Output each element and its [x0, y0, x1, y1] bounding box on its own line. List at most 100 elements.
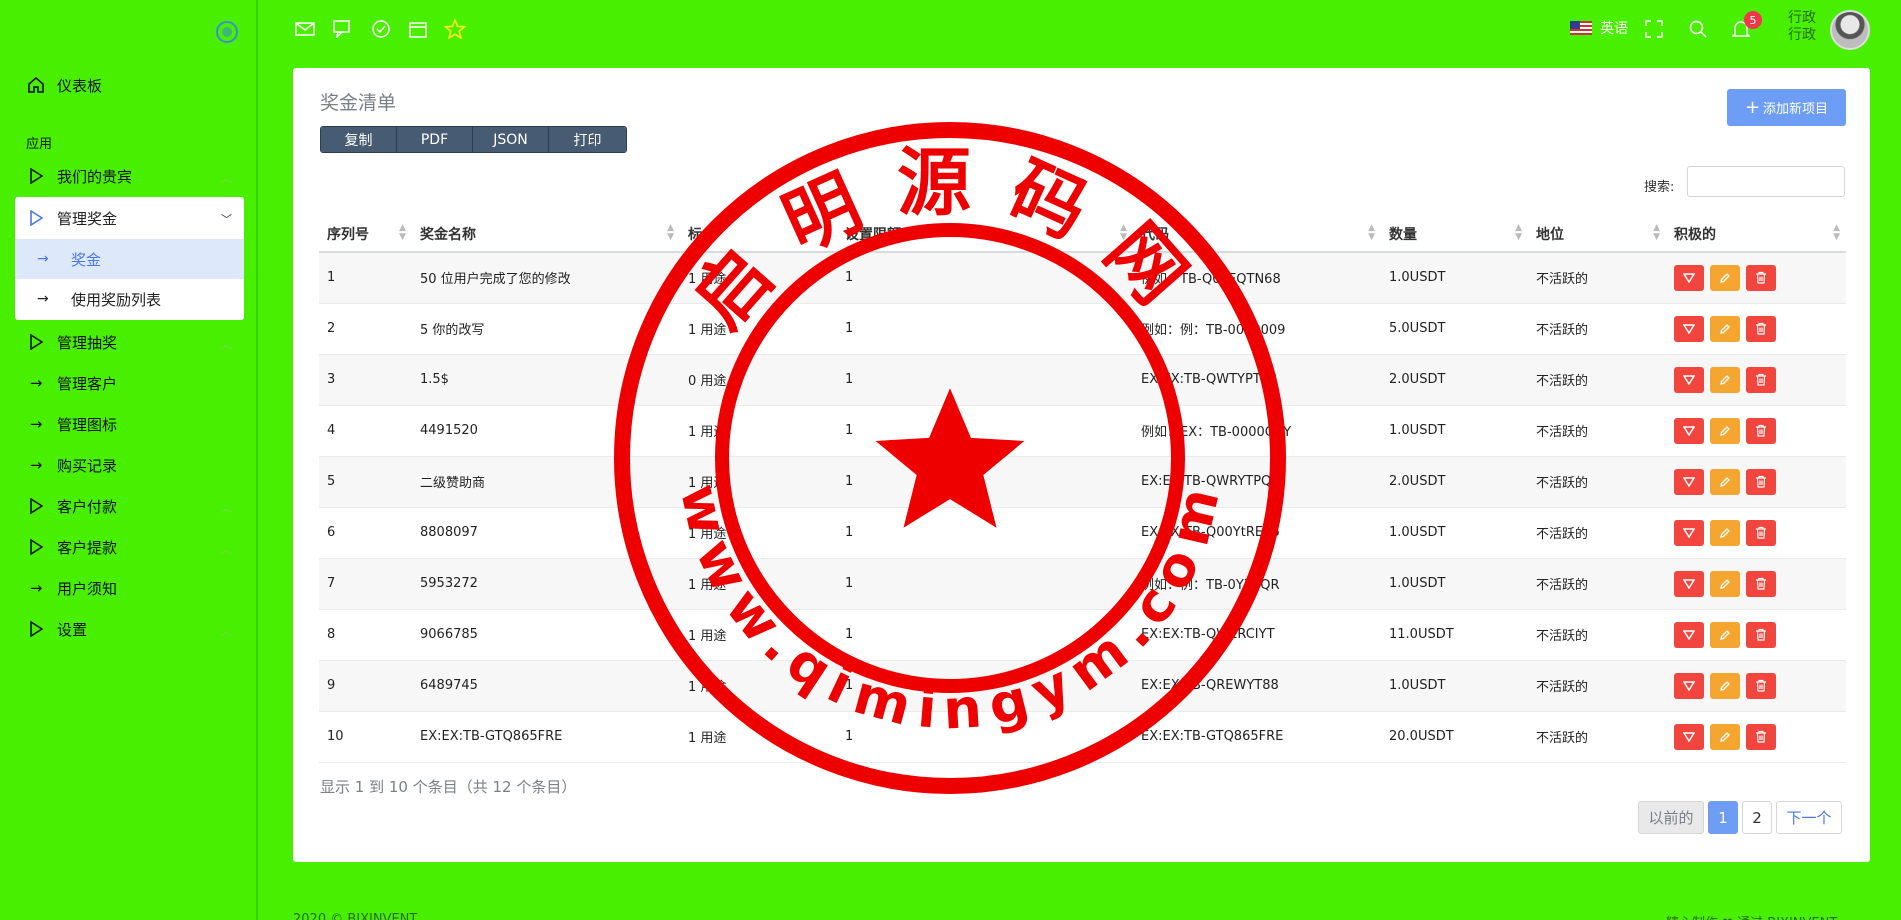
sidebar-item-icons[interactable]: → 管理图标 [15, 404, 244, 444]
column-header-index[interactable]: 序列号 ▲ ▼ [319, 216, 412, 253]
column-header-limit[interactable]: 设置限额 ▲ ▼ [837, 216, 1133, 253]
cell-index: 5 [319, 456, 412, 508]
cell-code: EX:EX:TB-Q00YtRE56 [1133, 507, 1381, 559]
print-button[interactable]: 打印 [549, 127, 626, 152]
delete-button[interactable] [1746, 315, 1776, 342]
delete-button[interactable] [1746, 672, 1776, 699]
cell-limit: 1 [837, 405, 1133, 457]
sidebar-item-payments[interactable]: 客户付款 ︿ [15, 486, 244, 526]
triangle-down-icon [1683, 374, 1695, 385]
star-icon[interactable] [444, 19, 466, 39]
sidebar-item-vip[interactable]: 我们的贵宾 ︿ [15, 156, 244, 196]
play-outline-icon [15, 334, 57, 350]
json-button[interactable]: JSON [473, 127, 549, 152]
toggle-status-button[interactable] [1674, 468, 1704, 495]
column-header-name[interactable]: 奖金名称 ▲ ▼ [412, 216, 680, 253]
cell-amount: 1.0USDT [1381, 252, 1528, 304]
sidebar-group-bonus: 管理奖金 ﹀ → 奖金 → 使用奖励列表 [15, 197, 244, 320]
column-header-amount[interactable]: 数量 ▲ ▼ [1381, 216, 1528, 253]
sidebar-toggle-icon[interactable] [216, 21, 238, 43]
page-button-1[interactable]: 1 [1708, 801, 1738, 834]
column-header-mark[interactable]: 标 ▲ ▼ [680, 216, 837, 253]
delete-button[interactable] [1746, 519, 1776, 546]
cell-status: 不活跃的 [1528, 711, 1666, 763]
edit-button[interactable] [1710, 366, 1740, 393]
toggle-status-button[interactable] [1674, 723, 1704, 750]
sidebar-item-withdrawals[interactable]: 客户提款 ︿ [15, 527, 244, 567]
toggle-status-button[interactable] [1674, 315, 1704, 342]
triangle-down-icon [1683, 731, 1695, 742]
copy-button[interactable]: 复制 [321, 127, 397, 152]
calendar-icon[interactable] [407, 19, 429, 39]
column-header-code[interactable]: 代码 ▲ ▼ [1133, 216, 1381, 253]
search-icon[interactable] [1687, 19, 1709, 39]
add-item-button[interactable]: + 添加新项目 [1727, 89, 1846, 126]
sidebar-item-notices[interactable]: → 用户须知 [15, 568, 244, 608]
toggle-status-button[interactable] [1674, 366, 1704, 393]
delete-button[interactable] [1746, 723, 1776, 750]
edit-button[interactable] [1710, 519, 1740, 546]
column-header-actions[interactable]: 积极的 ▲ ▼ [1666, 216, 1846, 253]
sidebar-item-label: 管理图标 [57, 415, 118, 434]
cell-actions [1666, 252, 1846, 304]
toggle-status-button[interactable] [1674, 519, 1704, 546]
sidebar-subitem-reward-list[interactable]: → 使用奖励列表 [15, 279, 244, 319]
cell-code: 例如：TB-Q00FQTN68 [1133, 252, 1381, 304]
page-button-2[interactable]: 2 [1742, 801, 1772, 834]
fullscreen-icon[interactable] [1643, 19, 1665, 39]
column-header-status[interactable]: 地位 ▲ ▼ [1528, 216, 1666, 253]
cell-limit: 1 [837, 354, 1133, 406]
cell-code: 例如：例：TB-0Y78QR [1133, 558, 1381, 610]
edit-button[interactable] [1710, 417, 1740, 444]
user-role: 行政 [1788, 27, 1816, 43]
pdf-button[interactable]: PDF [397, 127, 473, 152]
delete-button[interactable] [1746, 570, 1776, 597]
cell-status: 不活跃的 [1528, 405, 1666, 457]
sidebar-item-label: 仪表板 [57, 76, 103, 95]
play-outline-icon [15, 168, 57, 184]
sidebar-item-settings[interactable]: 设置 ︿ [15, 609, 244, 649]
sort-icon: ▲ ▼ [399, 223, 406, 242]
trash-icon [1756, 577, 1766, 590]
sort-icon: ▲ ▼ [824, 223, 831, 242]
arrow-right-icon: → [37, 291, 49, 307]
chat-icon[interactable] [332, 19, 354, 39]
toggle-status-button[interactable] [1674, 672, 1704, 699]
sidebar-item-manage-bonus[interactable]: 管理奖金 ﹀ [15, 197, 244, 239]
sidebar-item-label: 用户须知 [57, 579, 118, 598]
edit-button[interactable] [1710, 723, 1740, 750]
sidebar-subitem-bonus[interactable]: → 奖金 [15, 239, 244, 279]
sidebar-item-label: 管理抽奖 [57, 333, 118, 352]
user-info[interactable]: 行政 行政 [1788, 10, 1816, 44]
edit-button[interactable] [1710, 468, 1740, 495]
check-circle-icon[interactable] [370, 19, 392, 39]
sidebar-item-purchases[interactable]: → 购买记录 [15, 445, 244, 485]
avatar[interactable] [1830, 10, 1870, 50]
cell-name: 9066785 [412, 609, 680, 661]
toggle-status-button[interactable] [1674, 264, 1704, 291]
mail-icon[interactable] [294, 19, 316, 39]
toggle-status-button[interactable] [1674, 570, 1704, 597]
sidebar-item-lottery[interactable]: 管理抽奖 ︿ [15, 322, 244, 362]
sidebar-item-dashboard[interactable]: 仪表板 [15, 65, 244, 105]
edit-button[interactable] [1710, 621, 1740, 648]
delete-button[interactable] [1746, 468, 1776, 495]
sidebar-item-customers[interactable]: → 管理客户 [15, 363, 244, 403]
next-page-button[interactable]: 下一个 [1776, 801, 1842, 834]
cell-actions [1666, 456, 1846, 508]
previous-page-button[interactable]: 以前的 [1638, 801, 1704, 834]
cell-mark: 1 用途 [680, 609, 837, 661]
delete-button[interactable] [1746, 621, 1776, 648]
delete-button[interactable] [1746, 366, 1776, 393]
edit-button[interactable] [1710, 264, 1740, 291]
edit-button[interactable] [1710, 672, 1740, 699]
toggle-status-button[interactable] [1674, 621, 1704, 648]
toggle-status-button[interactable] [1674, 417, 1704, 444]
delete-button[interactable] [1746, 417, 1776, 444]
edit-button[interactable] [1710, 315, 1740, 342]
edit-button[interactable] [1710, 570, 1740, 597]
delete-button[interactable] [1746, 264, 1776, 291]
cell-index: 4 [319, 405, 412, 457]
search-input[interactable] [1687, 166, 1845, 197]
language-switcher[interactable]: 英语 [1570, 18, 1628, 38]
